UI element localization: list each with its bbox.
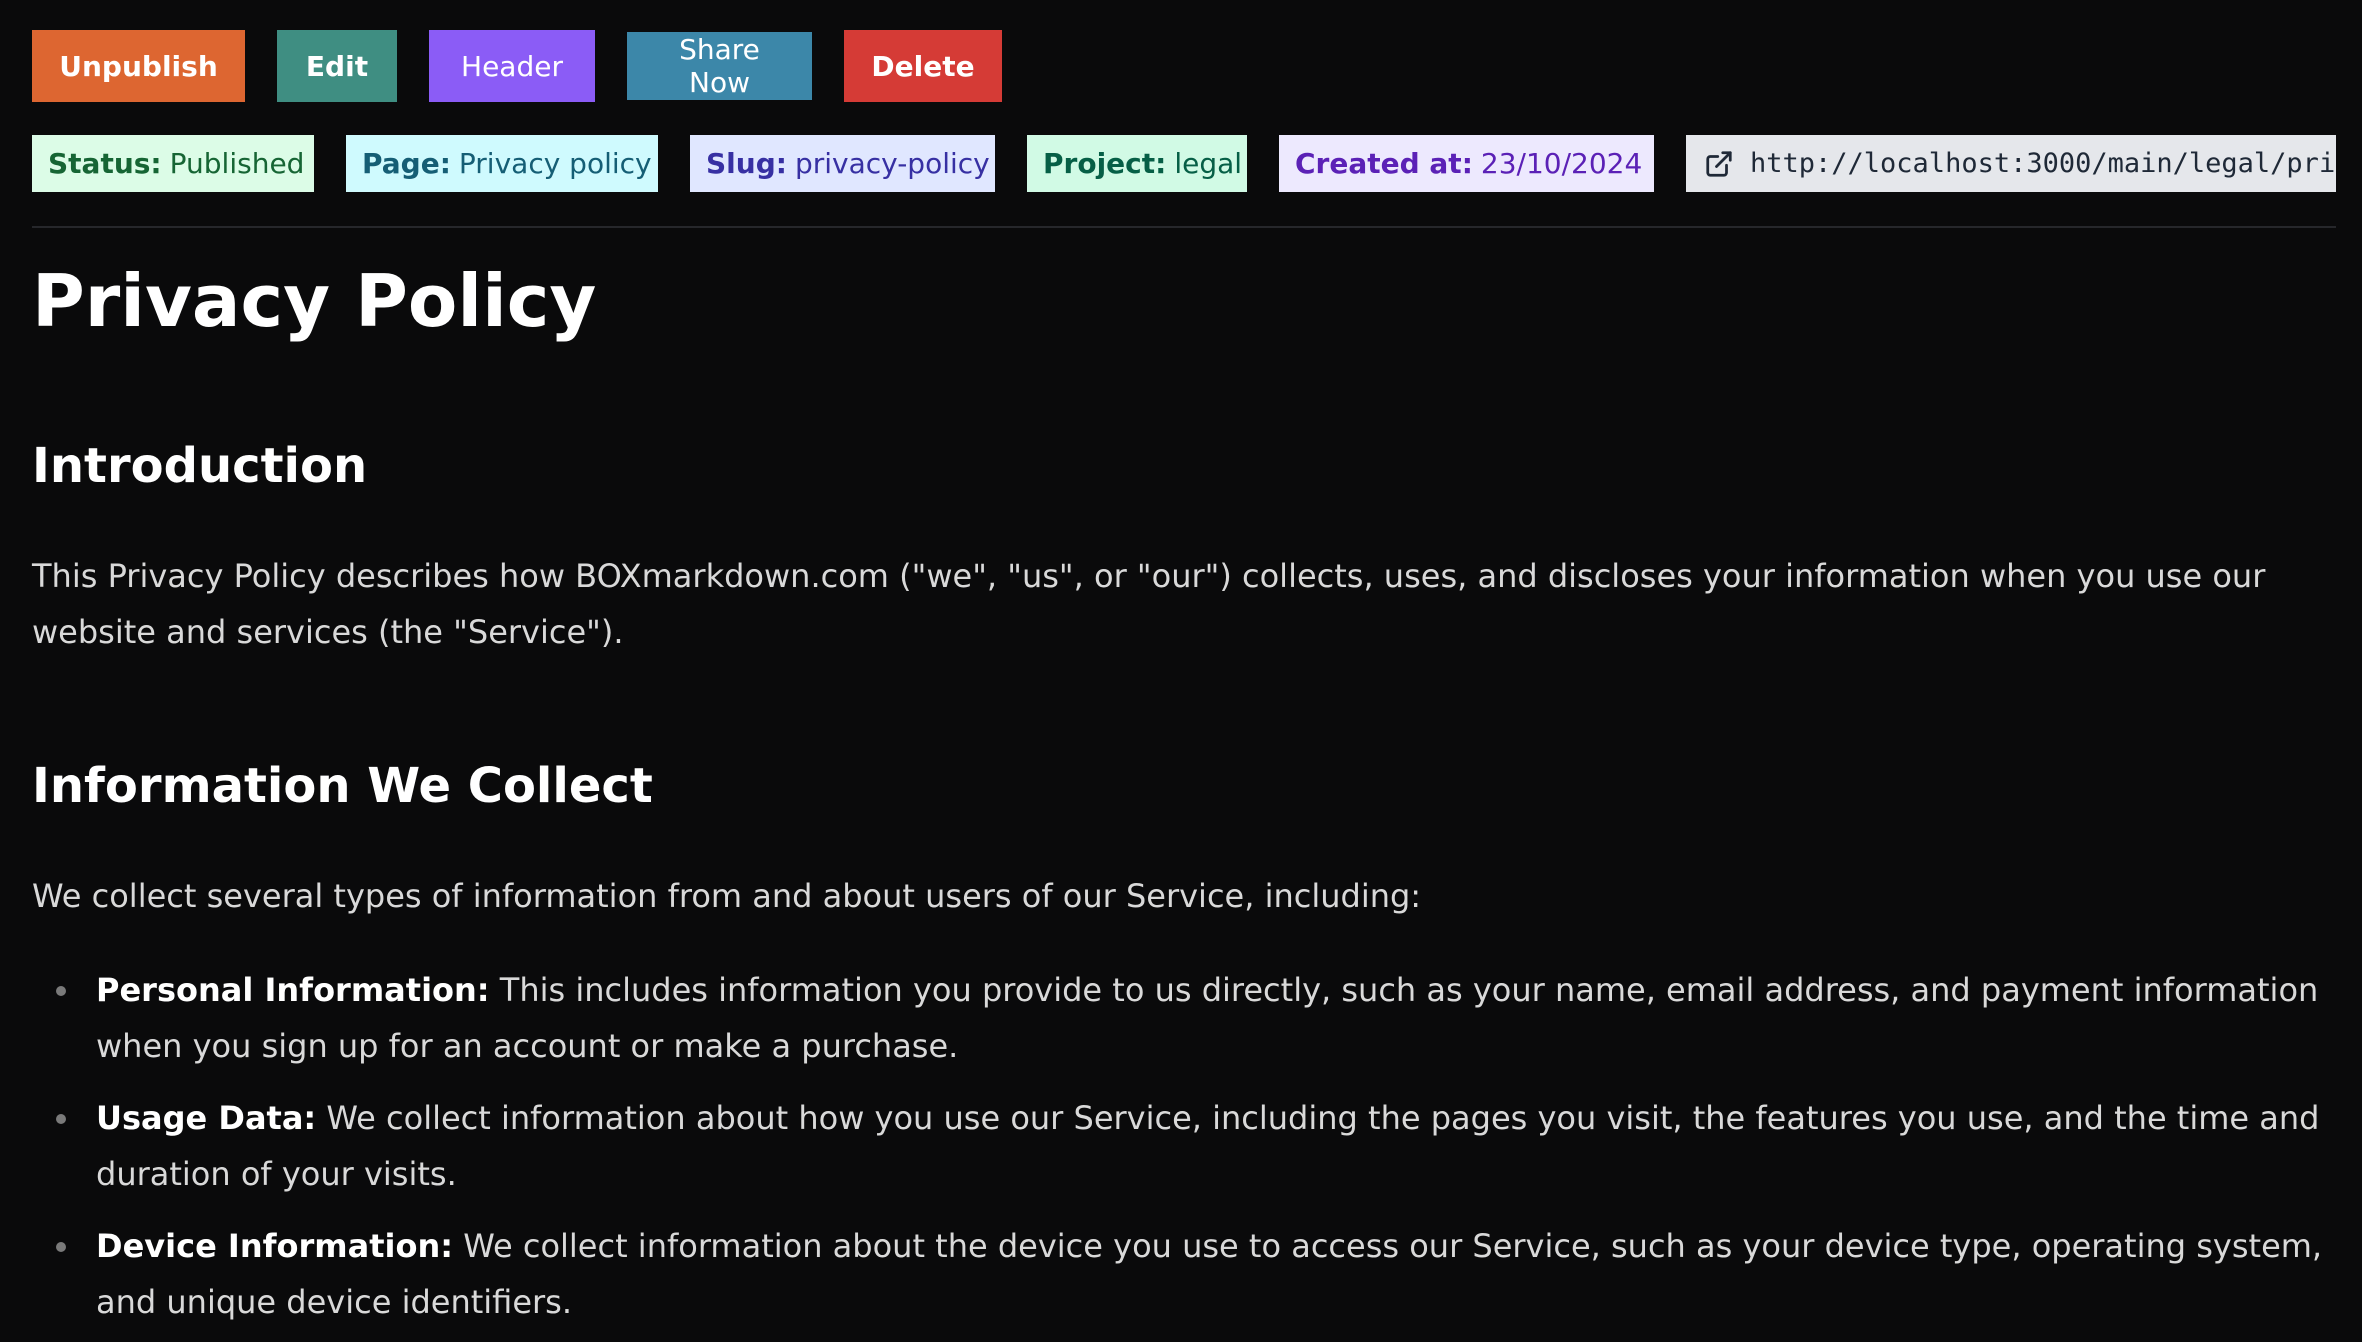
toolbar: Unpublish Edit Header Share Now Delete <box>32 30 1002 102</box>
list-item-term: Personal Information: <box>96 971 490 1009</box>
status-key: Status: <box>48 147 162 180</box>
project-key: Project: <box>1043 147 1167 180</box>
created-key: Created at: <box>1295 147 1473 180</box>
list-item-term: Usage Data: <box>96 1099 317 1137</box>
section-heading-introduction: Introduction <box>32 438 368 494</box>
list-item: Usage Data: We collect information about… <box>32 1090 2332 1202</box>
status-value: Published <box>169 147 305 180</box>
status-badge: Status: Published <box>32 135 314 192</box>
bullet-icon <box>56 1114 66 1124</box>
page-url-text: http://localhost:3000/main/legal/privacy… <box>1750 148 2336 179</box>
list-item: Personal Information: This includes info… <box>32 962 2332 1074</box>
created-value: 23/10/2024 <box>1480 147 1643 180</box>
list-item-term: Device Information: <box>96 1227 454 1265</box>
share-now-button[interactable]: Share Now <box>627 32 812 100</box>
divider <box>32 226 2336 228</box>
section-heading-information-we-collect: Information We Collect <box>32 758 653 814</box>
information-list: Personal Information: This includes info… <box>32 962 2332 1342</box>
header-button[interactable]: Header <box>429 30 595 102</box>
edit-button[interactable]: Edit <box>277 30 397 102</box>
delete-button[interactable]: Delete <box>844 30 1002 102</box>
created-at-badge: Created at: 23/10/2024 <box>1279 135 1654 192</box>
unpublish-button[interactable]: Unpublish <box>32 30 245 102</box>
page-title: Privacy Policy <box>32 259 597 343</box>
project-badge: Project: legal <box>1027 135 1247 192</box>
bullet-icon <box>56 986 66 996</box>
metadata-row: Status: Published Page: Privacy policy S… <box>32 135 2336 192</box>
external-link-icon <box>1706 150 1732 177</box>
slug-key: Slug: <box>706 147 787 180</box>
slug-badge: Slug: privacy-policy <box>690 135 995 192</box>
introduction-paragraph: This Privacy Policy describes how BOXmar… <box>32 557 2266 651</box>
project-value: legal <box>1174 147 1243 180</box>
list-item: Device Information: We collect informati… <box>32 1218 2332 1330</box>
page-key: Page: <box>362 147 451 180</box>
slug-value: privacy-policy <box>794 147 990 180</box>
information-paragraph: We collect several types of information … <box>32 877 1422 915</box>
page-badge: Page: Privacy policy <box>346 135 658 192</box>
list-item-text: We collect information about how you use… <box>96 1099 2320 1193</box>
page-url-link[interactable]: http://localhost:3000/main/legal/privacy… <box>1686 135 2336 192</box>
page-value: Privacy policy <box>458 147 652 180</box>
bullet-icon <box>56 1242 66 1252</box>
page: Unpublish Edit Header Share Now Delete S… <box>0 0 2362 1342</box>
